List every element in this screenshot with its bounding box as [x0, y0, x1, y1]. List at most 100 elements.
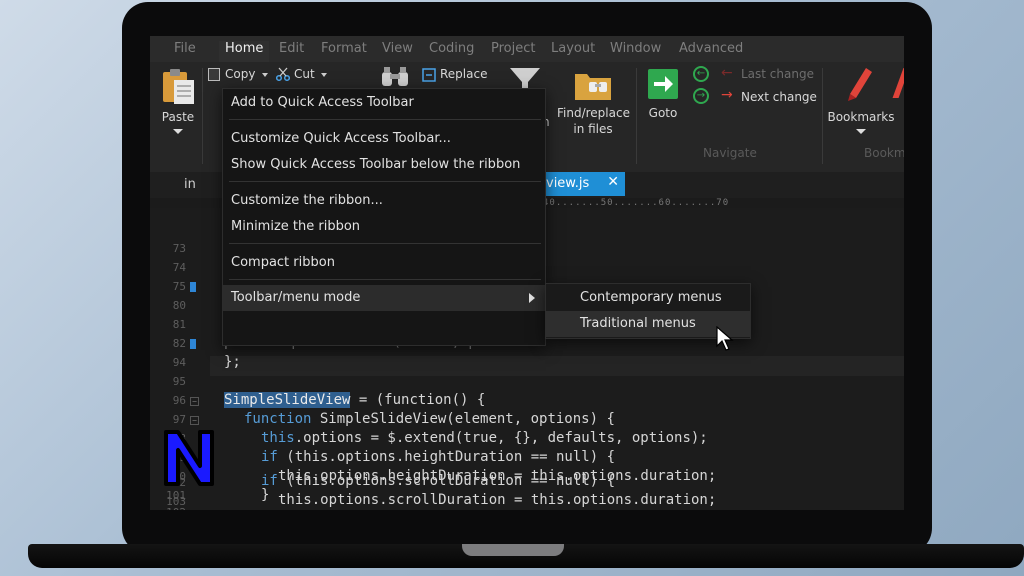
line-number: 75 — [172, 280, 186, 293]
line-number: 74 — [172, 261, 186, 274]
menu-separator — [229, 243, 541, 244]
ribbon-separator — [636, 68, 637, 164]
keyword: function — [244, 411, 312, 427]
binoculars-icon — [382, 67, 408, 86]
ribbon-separator — [822, 68, 823, 164]
code-line-96: SimpleSlideView = (function() { — [224, 392, 485, 408]
bookmarks-button[interactable]: Bookmarks — [826, 66, 896, 136]
submenu-item-contemporary[interactable]: Contemporary menus — [546, 285, 750, 311]
menu-separator — [229, 181, 541, 182]
menu-coding[interactable]: Coding — [429, 41, 474, 56]
find-replace-files-label-1[interactable]: Find/replace — [557, 106, 630, 120]
close-tab-icon[interactable]: ✕ — [607, 174, 619, 190]
line-number: 80 — [172, 299, 186, 312]
menu-item-minimize-ribbon[interactable]: Minimize the ribbon — [223, 215, 545, 239]
code-line-103: this.options.scrollDuration = this.optio… — [278, 492, 717, 508]
ribbon-context-menu: Add to Quick Access Toolbar Customize Qu… — [222, 88, 546, 346]
code-line-98: this.options = $.extend(true, {}, defaul… — [261, 430, 708, 446]
paste-dropdown-icon[interactable] — [173, 129, 183, 134]
goto-button[interactable]: Goto — [643, 66, 683, 128]
tab-active-file[interactable]: view.js ✕ — [543, 172, 625, 196]
back-circle-icon[interactable]: ← — [693, 66, 709, 82]
ribbon-separator — [202, 68, 203, 164]
line-number: 81 — [172, 318, 186, 331]
bookmarks-group-label: Bookm — [864, 146, 904, 160]
menu-format[interactable]: Format — [321, 41, 367, 56]
column-ruler: 40.......50.......60.......70 — [543, 198, 730, 208]
menu-file[interactable]: File — [174, 41, 196, 56]
code-line-102: if (this.options.scrollDuration == null)… — [261, 473, 615, 489]
menu-item-add-quick-access[interactable]: Add to Quick Access Toolbar — [223, 91, 545, 115]
laptop-notch — [462, 544, 564, 556]
menu-layout[interactable]: Layout — [551, 41, 595, 56]
tab-partial[interactable]: in — [184, 177, 196, 192]
keyword: if — [261, 449, 278, 465]
menubar: File Home Edit Format View Coding Projec… — [150, 36, 904, 62]
folder-search-icon — [575, 74, 611, 100]
selected-identifier: SimpleSlideView — [224, 392, 351, 408]
code-line-94: }; — [224, 354, 241, 370]
code-line-97: function SimpleSlideView(element, option… — [244, 411, 615, 427]
line-number: 96 — [172, 394, 186, 407]
code-text: SimpleSlideView(element, options) { — [311, 411, 615, 427]
line-number: 94 — [172, 356, 186, 369]
paste-button[interactable]: Paste — [156, 66, 200, 140]
menu-item-show-quick-access-below[interactable]: Show Quick Access Toolbar below the ribb… — [223, 153, 545, 177]
last-change-button[interactable]: Last change — [741, 67, 814, 81]
line-number: 103 — [166, 495, 186, 508]
cut-button[interactable]: Cut — [294, 67, 315, 81]
editor-window: File Home Edit Format View Coding Projec… — [150, 36, 904, 510]
goto-label: Goto — [648, 106, 678, 120]
fold-toggle-icon[interactable]: − — [190, 416, 199, 425]
keyword: this — [261, 430, 295, 446]
bookmark-icon — [848, 68, 872, 101]
menu-window[interactable]: Window — [610, 41, 661, 56]
keyword: if — [261, 473, 278, 489]
last-change-arrow-icon: ← — [721, 65, 733, 81]
cut-dropdown-icon[interactable] — [321, 73, 327, 77]
bookmarks-dropdown-icon[interactable] — [856, 129, 866, 134]
navigate-group-label: Navigate — [703, 146, 757, 160]
line-number: 95 — [172, 375, 186, 388]
submenu-arrow-icon — [529, 293, 535, 303]
bookmark-marker — [190, 282, 196, 292]
menu-item-toolbar-menu-mode[interactable]: Toolbar/menu mode — [223, 285, 545, 311]
replace-icon — [422, 68, 436, 82]
line-number: 82 — [172, 337, 186, 350]
code-text: (this.options.heightDuration == null) { — [277, 449, 616, 465]
mouse-cursor-icon — [716, 326, 734, 351]
menu-edit[interactable]: Edit — [279, 41, 304, 56]
current-line-highlight — [210, 356, 904, 376]
find-replace-files-label-2[interactable]: in files — [557, 122, 629, 136]
bookmarks-label: Bookmarks — [827, 110, 895, 124]
line-number: 97 — [172, 413, 186, 426]
tab-active-label: view.js — [546, 176, 590, 191]
menu-item-compact-ribbon[interactable]: Compact ribbon — [223, 251, 545, 275]
line-number: 73 — [172, 242, 186, 255]
menu-item-label: Toolbar/menu mode — [231, 290, 361, 305]
copy-dropdown-icon[interactable] — [262, 73, 268, 77]
code-bottom-lines: 102 if (this.options.scrollDuration == n… — [150, 468, 904, 510]
code-text: .options = $.extend(true, {}, defaults, … — [294, 430, 708, 446]
code-text: = (function() { — [350, 392, 486, 408]
bookmark-marker — [190, 339, 196, 349]
replace-button[interactable]: Replace — [440, 67, 487, 81]
menu-item-customize-quick-access[interactable]: Customize Quick Access Toolbar... — [223, 127, 545, 151]
menu-item-customize-ribbon[interactable]: Customize the ribbon... — [223, 189, 545, 213]
menu-home[interactable]: Home — [219, 41, 270, 62]
copy-button[interactable]: Copy — [225, 67, 255, 81]
paste-icon — [163, 69, 194, 104]
menu-project[interactable]: Project — [491, 41, 535, 56]
menu-advanced[interactable]: Advanced — [679, 41, 743, 56]
goto-arrow-icon — [648, 69, 678, 99]
menu-separator — [229, 279, 541, 280]
menu-view[interactable]: View — [382, 41, 413, 56]
code-text: (this.options.scrollDuration == null) { — [277, 473, 616, 489]
forward-circle-icon[interactable]: → — [693, 88, 709, 104]
paste-label: Paste — [161, 110, 195, 124]
code-line-99: if (this.options.heightDuration == null)… — [261, 449, 615, 465]
fold-toggle-icon[interactable]: − — [190, 397, 199, 406]
copy-icon — [208, 68, 220, 81]
n-logo-icon — [164, 430, 214, 486]
next-change-button[interactable]: Next change — [741, 90, 817, 104]
